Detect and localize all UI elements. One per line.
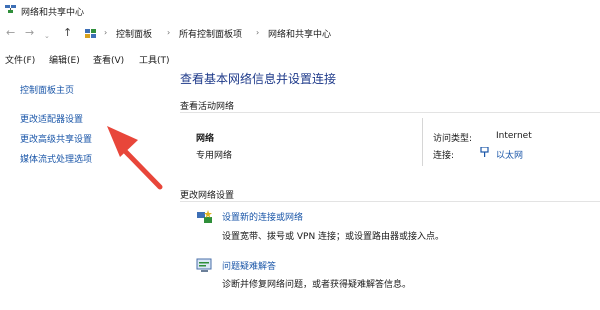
- breadcrumb-separator: ›: [104, 28, 108, 37]
- breadcrumb-all-items[interactable]: 所有控制面板项: [179, 27, 242, 40]
- sidebar-item-media-streaming[interactable]: 媒体流式处理选项: [20, 152, 92, 165]
- setup-new-connection-link[interactable]: 设置新的连接或网络: [222, 210, 303, 223]
- ethernet-icon: [480, 147, 489, 157]
- connections-label: 连接:: [433, 151, 455, 161]
- access-type-value: Internet: [496, 131, 532, 141]
- back-button[interactable]: ←: [6, 27, 15, 39]
- sidebar-item-advanced-sharing[interactable]: 更改高级共享设置: [20, 132, 92, 145]
- network-name: 网络: [196, 134, 215, 144]
- troubleshoot-link[interactable]: 问题疑难解答: [222, 259, 276, 272]
- breadcrumb-separator: ›: [167, 28, 171, 37]
- recent-locations-dropdown[interactable]: ⌄: [44, 30, 50, 42]
- breadcrumb-control-panel[interactable]: 控制面板: [116, 27, 152, 40]
- title-bar: [0, 0, 600, 22]
- menu-bar: [0, 50, 600, 68]
- breadcrumb-separator: ›: [256, 28, 260, 37]
- troubleshoot-icon: [196, 258, 212, 272]
- network-center-icon: [5, 5, 16, 13]
- menu-file[interactable]: 文件(F): [5, 53, 35, 66]
- window-title: 网络和共享中心: [21, 8, 85, 18]
- network-type: 专用网络: [196, 151, 233, 161]
- troubleshoot-desc: 诊断并修复网络问题，或者获得疑难解答信息。: [222, 280, 412, 290]
- connections-value[interactable]: 以太网: [496, 148, 523, 161]
- page-title: 查看基本网络信息并设置连接: [180, 72, 337, 86]
- setup-new-connection-desc: 设置宽带、拨号或 VPN 连接；或设置路由器或接入点。: [222, 232, 445, 242]
- menu-tools[interactable]: 工具(T): [139, 53, 170, 66]
- breadcrumb-network-center[interactable]: 网络和共享中心: [268, 27, 331, 40]
- network-divider: [422, 118, 423, 166]
- menu-view[interactable]: 查看(V): [93, 53, 124, 66]
- section-divider: [180, 112, 600, 113]
- control-panel-icon: [85, 29, 96, 38]
- ethernet-link[interactable]: 以太网: [496, 151, 523, 161]
- active-networks-heading: 查看活动网络: [180, 102, 235, 112]
- up-button[interactable]: ↑: [63, 27, 72, 39]
- change-settings-heading: 更改网络设置: [180, 191, 235, 201]
- sidebar-item-change-adapter-settings[interactable]: 更改适配器设置: [20, 112, 83, 125]
- sidebar-item-control-panel-home[interactable]: 控制面板主页: [20, 83, 74, 96]
- forward-button[interactable]: →: [25, 27, 34, 39]
- access-type-label: 访问类型:: [433, 134, 473, 144]
- new-connection-icon: [197, 210, 212, 223]
- menu-edit[interactable]: 编辑(E): [49, 53, 80, 66]
- section-divider: [180, 201, 600, 202]
